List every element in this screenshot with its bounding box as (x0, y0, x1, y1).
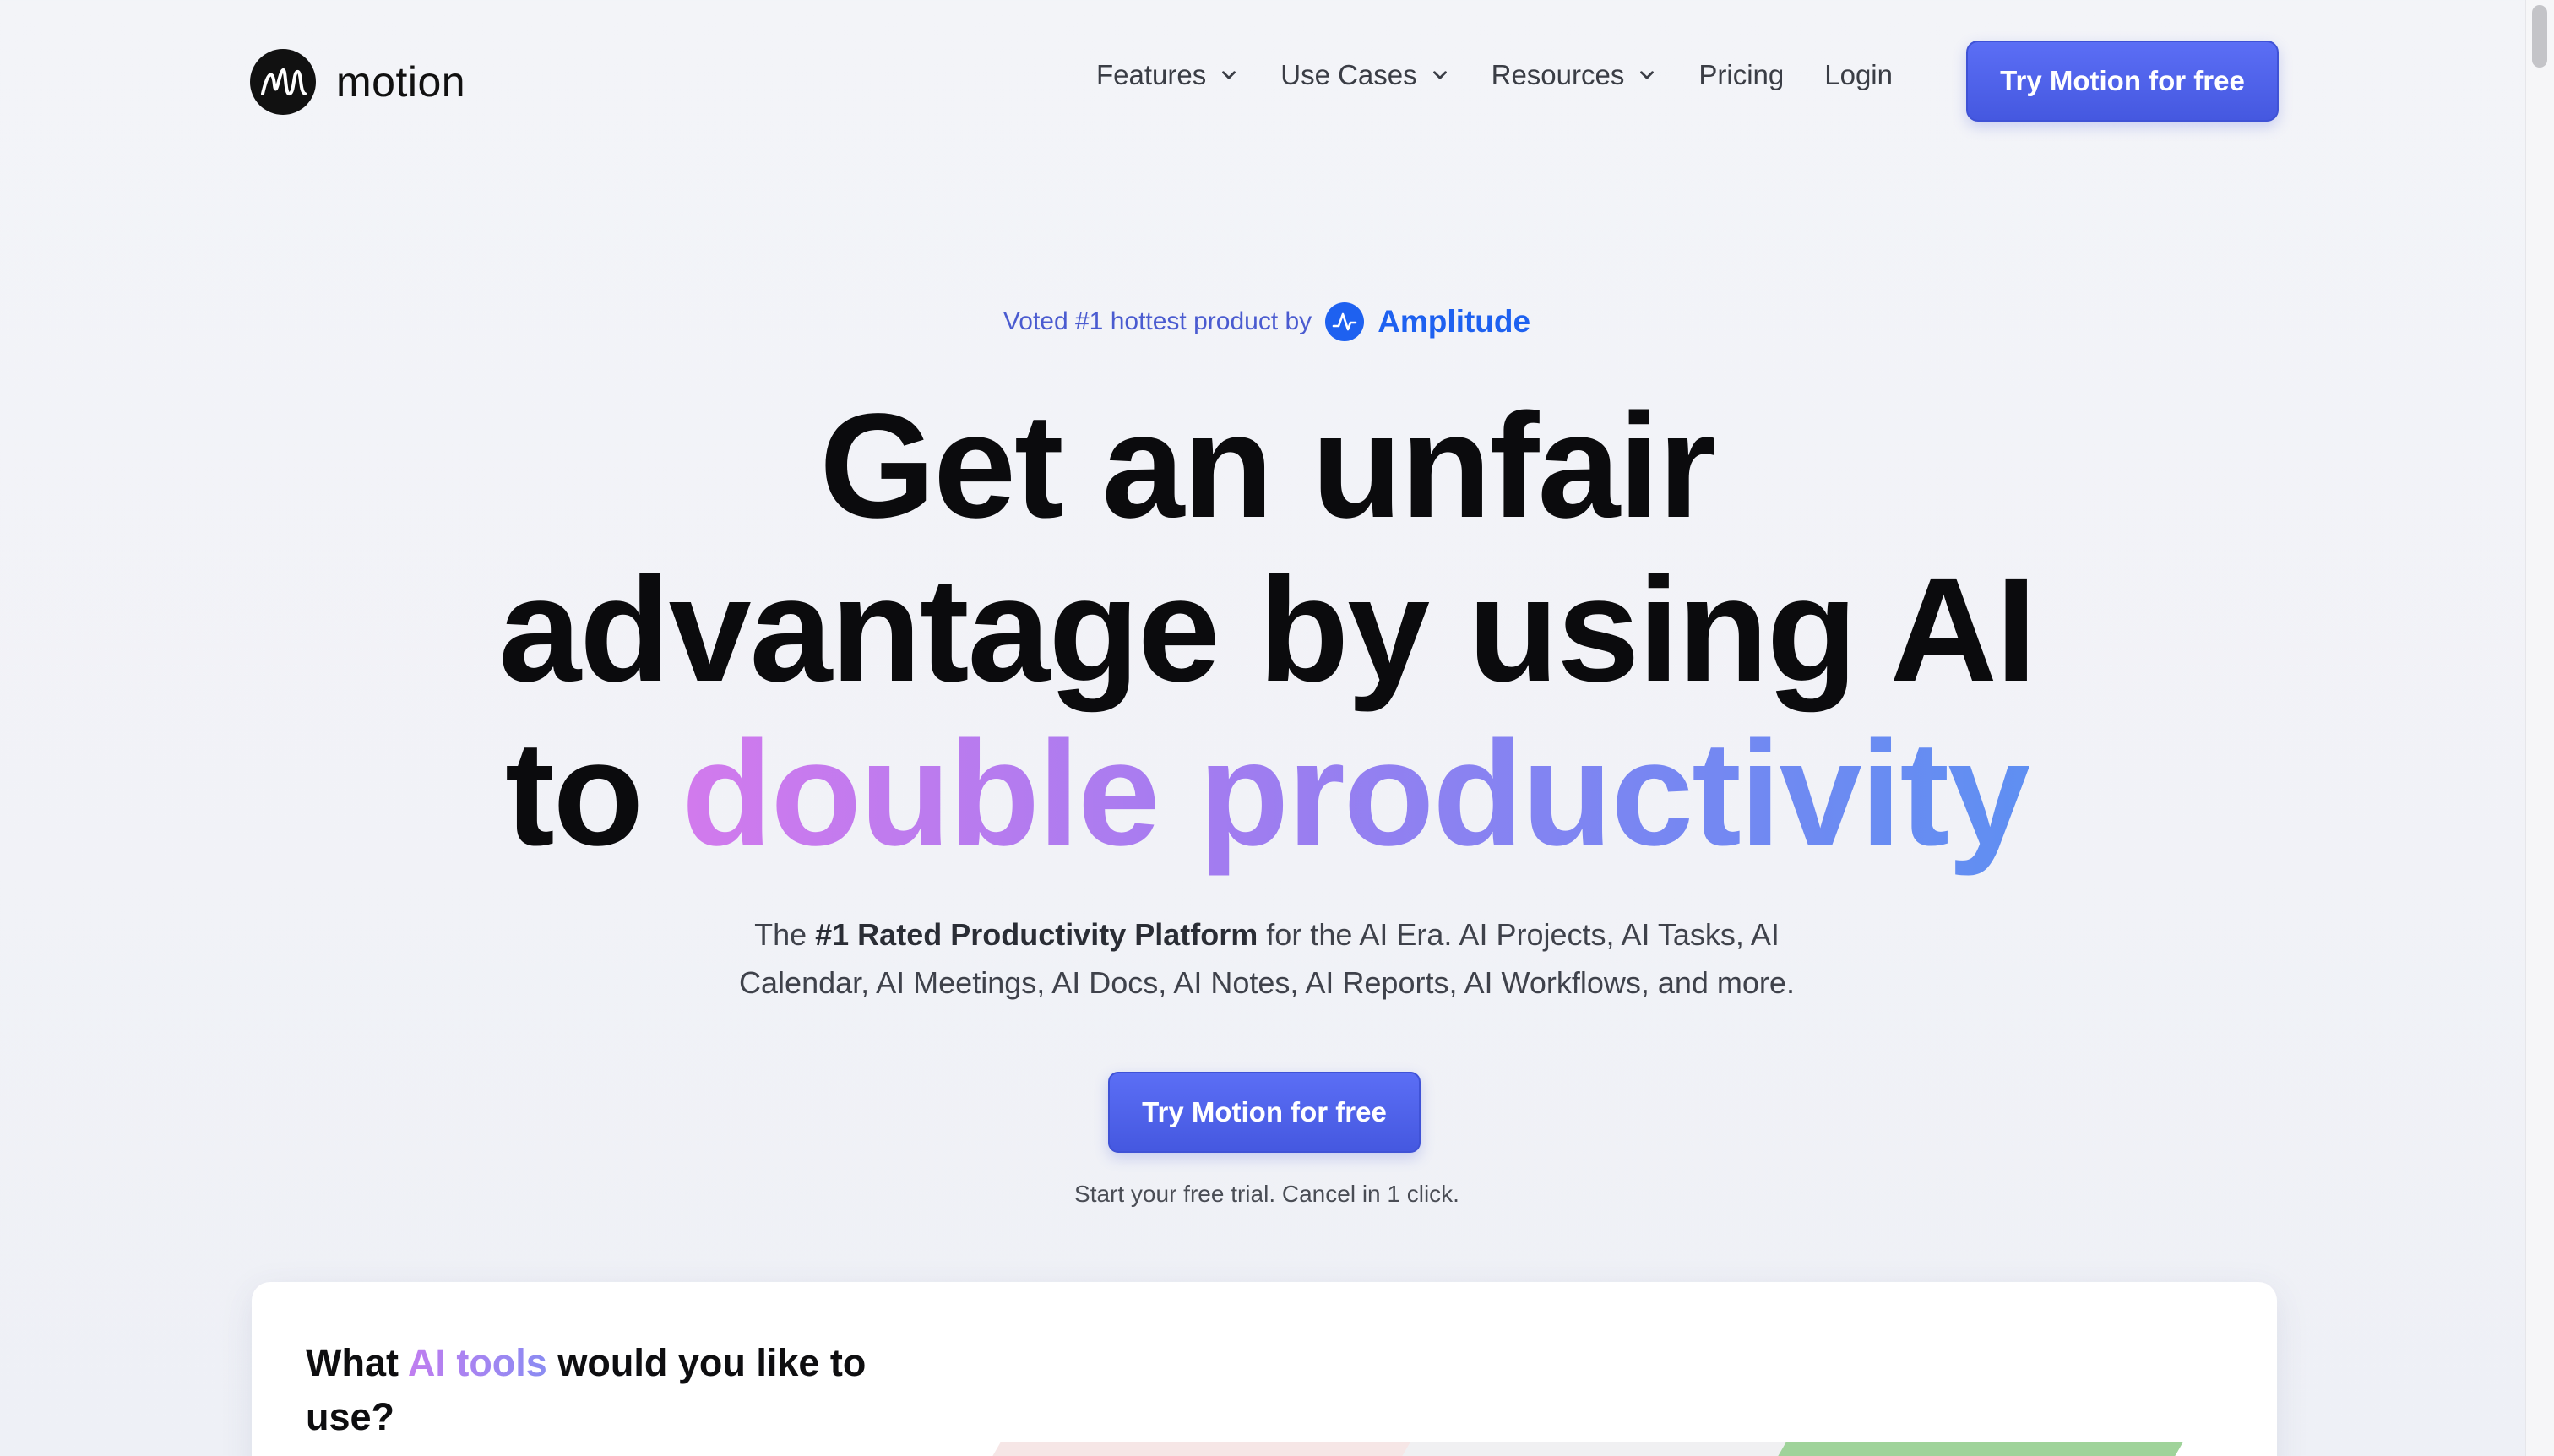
tool-option-tab[interactable] (1390, 1442, 1799, 1456)
nav-resources[interactable]: Resources (1492, 59, 1659, 91)
ai-tools-title-accent: AI tools (407, 1341, 547, 1384)
nav-links: Features Use Cases Resources Pricing Log… (1096, 59, 1933, 91)
nav-features[interactable]: Features (1096, 59, 1240, 91)
headline-line-2: advantage by using AI (498, 547, 2036, 713)
subtitle-line-2: Calendar, AI Meetings, AI Docs, AI Notes… (739, 965, 1795, 1000)
voted-text: Voted #1 hottest product by (1003, 307, 1312, 335)
nav-resources-label: Resources (1491, 59, 1625, 90)
ai-tools-title-prefix: What (306, 1341, 399, 1384)
brand-name: motion (336, 58, 466, 106)
nav-use-cases-label: Use Cases (1280, 59, 1417, 90)
page-scrollbar[interactable] (2525, 0, 2554, 1456)
scrollbar-thumb[interactable] (2532, 5, 2547, 68)
headline-line-1: Get an unfair (819, 383, 1715, 549)
chevron-down-icon (1432, 71, 1447, 79)
motion-logo[interactable]: motion (250, 49, 465, 115)
nav-features-label: Features (1096, 59, 1207, 90)
trial-note: Start your free trial. Cancel in 1 click… (1074, 1181, 1459, 1207)
headline-accent: double productivity (682, 711, 2030, 877)
nav-login-label: Login (1824, 59, 1893, 90)
nav-use-cases[interactable]: Use Cases (1280, 59, 1450, 91)
hero-try-free-button[interactable]: Try Motion for free (1108, 1072, 1421, 1153)
tool-option-tab[interactable] (981, 1442, 1423, 1456)
ai-tools-title: What AI tools would you like to use? (306, 1336, 914, 1444)
amplitude-logo-icon (1325, 302, 1365, 341)
chevron-down-icon (1640, 71, 1655, 79)
voted-banner: Voted #1 hottest product by Amplitude (0, 302, 2534, 341)
hero-subtitle: The #1 Rated Productivity Platform for t… (0, 910, 2534, 1007)
subtitle-line-1-rest: for the AI Era. AI Projects, AI Tasks, A… (1266, 917, 1780, 952)
amplitude-name: Amplitude (1378, 304, 1531, 339)
hero-headline: Get an unfair advantage by using AI to d… (0, 384, 2534, 876)
motion-logo-icon (250, 49, 316, 115)
nav-try-free-button[interactable]: Try Motion for free (1966, 41, 2279, 122)
top-nav: motion Features Use Cases Resources Pric… (0, 0, 2554, 160)
subtitle-bold: #1 Rated Productivity Platform (815, 917, 1258, 952)
chevron-down-icon (1222, 71, 1236, 79)
subtitle-prefix: The (754, 917, 807, 952)
nav-pricing[interactable]: Pricing (1698, 59, 1784, 91)
ai-tools-card: What AI tools would you like to use? (252, 1282, 2277, 1456)
nav-pricing-label: Pricing (1698, 59, 1785, 90)
headline-line-3-plain: to (505, 711, 644, 877)
nav-login[interactable]: Login (1824, 59, 1893, 91)
tool-option-tab[interactable] (1766, 1442, 2183, 1456)
